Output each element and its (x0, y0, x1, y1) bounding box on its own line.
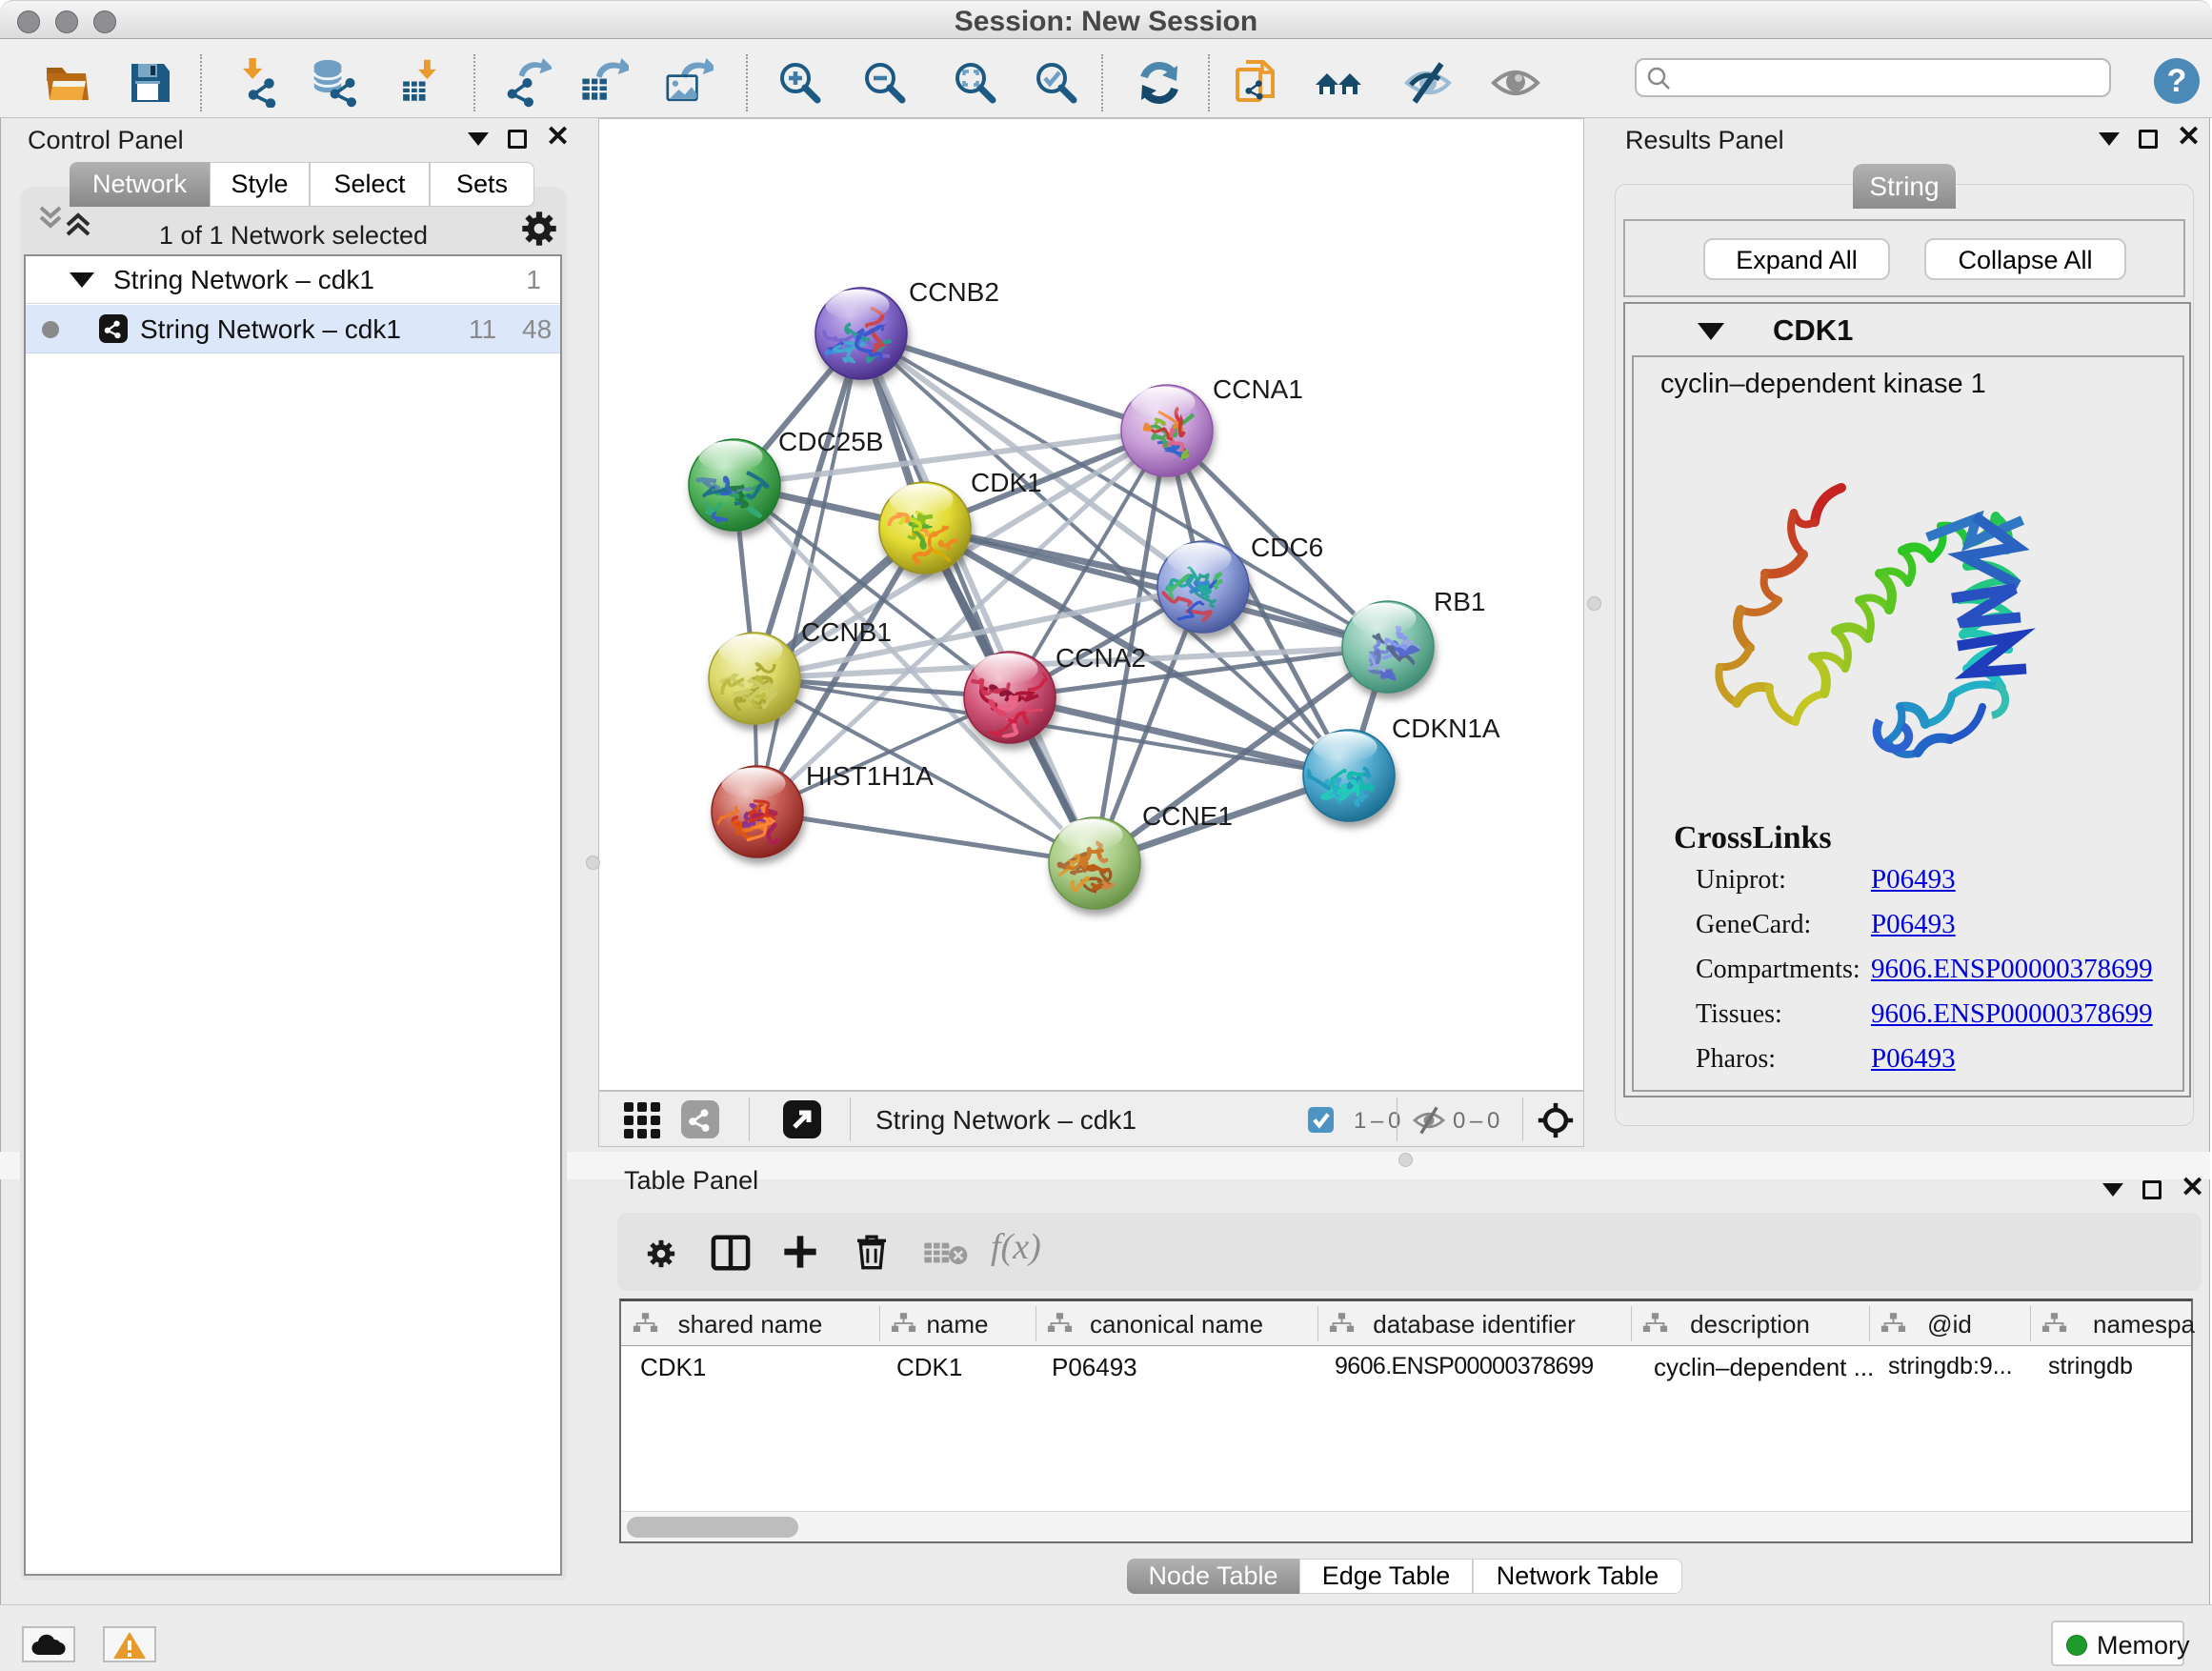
svg-text:CDC25B: CDC25B (778, 427, 883, 456)
svg-text:CDK1: CDK1 (971, 468, 1042, 497)
svg-text:CCNE1: CCNE1 (1142, 801, 1233, 831)
svg-text:CDC6: CDC6 (1251, 533, 1323, 562)
svg-text:CCNB2: CCNB2 (909, 277, 999, 307)
svg-text:CCNA1: CCNA1 (1213, 374, 1303, 404)
svg-text:CDKN1A: CDKN1A (1392, 714, 1500, 743)
svg-text:CCNA2: CCNA2 (1056, 643, 1146, 673)
svg-text:CCNB1: CCNB1 (801, 617, 892, 647)
svg-text:RB1: RB1 (1434, 587, 1485, 616)
svg-text:?: ? (2167, 63, 2187, 99)
svg-text:HIST1H1A: HIST1H1A (806, 761, 934, 791)
